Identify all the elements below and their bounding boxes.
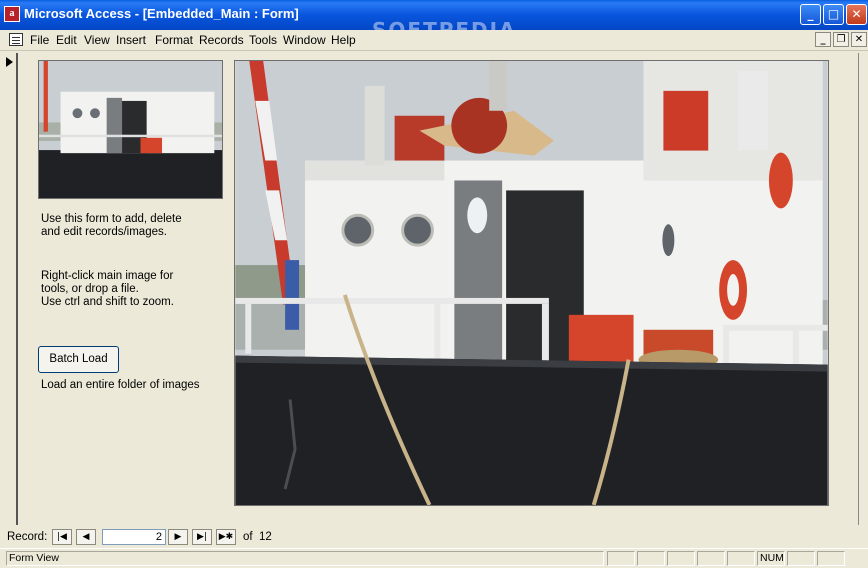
menu-file[interactable]: File xyxy=(30,33,49,47)
new-record-button[interactable]: ▶✱ xyxy=(216,529,236,545)
form-document-icon[interactable] xyxy=(9,33,23,46)
record-total: 12 xyxy=(259,531,272,543)
window-title: Microsoft Access - [Embedded_Main : Form… xyxy=(24,6,299,21)
current-record-field[interactable]: 2 xyxy=(102,529,166,545)
ship-photo-icon xyxy=(235,61,828,505)
menu-bar: File Edit View Insert Format Records Too… xyxy=(0,30,868,51)
access-app-icon[interactable]: a xyxy=(4,6,20,22)
status-panel-empty-7 xyxy=(817,551,845,566)
doc-minimize-button[interactable]: _ xyxy=(815,32,831,47)
menu-help[interactable]: Help xyxy=(331,33,356,47)
minimize-button[interactable]: _ xyxy=(800,4,821,25)
menu-insert[interactable]: Insert xyxy=(116,33,146,47)
close-button[interactable]: ✕ xyxy=(846,4,867,25)
status-panel-empty-6 xyxy=(787,551,815,566)
instructions-line-5: Use ctrl and shift to zoom. xyxy=(41,296,174,308)
last-record-button[interactable]: ▶| xyxy=(192,529,212,545)
menu-window[interactable]: Window xyxy=(283,33,326,47)
instructions-line-4: tools, or drop a file. xyxy=(41,283,139,295)
menu-view[interactable]: View xyxy=(84,33,110,47)
batch-load-button[interactable]: Batch Load xyxy=(38,346,119,373)
maximize-button[interactable]: □ xyxy=(823,4,844,25)
first-record-button[interactable]: |◀ xyxy=(52,529,72,545)
status-panel-empty-2 xyxy=(637,551,665,566)
next-record-button[interactable]: ▶ xyxy=(168,529,188,545)
record-navigation-bar: Record: |◀ ◀ 2 ▶ ▶| ▶✱ of 12 xyxy=(0,527,868,548)
menu-records[interactable]: Records xyxy=(199,33,244,47)
instructions-line-3: Right-click main image for xyxy=(41,270,174,282)
status-panel-empty-4 xyxy=(697,551,725,566)
app-icon-letter: a xyxy=(9,8,15,19)
batch-load-caption: Load an entire folder of images xyxy=(41,379,200,391)
record-label: Record: xyxy=(7,531,48,543)
instructions-line-1: Use this form to add, delete xyxy=(41,213,182,225)
previous-record-button[interactable]: ◀ xyxy=(76,529,96,545)
status-num-panel: NUM xyxy=(757,551,785,566)
thumbnail-image[interactable] xyxy=(38,60,223,199)
status-panel-empty-1 xyxy=(607,551,635,566)
instructions-line-2: and edit records/images. xyxy=(41,226,167,238)
menu-tools[interactable]: Tools xyxy=(249,33,277,47)
record-of-label: of xyxy=(243,531,253,543)
menu-edit[interactable]: Edit xyxy=(56,33,77,47)
title-bar[interactable]: a Microsoft Access - [Embedded_Main : Fo… xyxy=(0,0,868,42)
current-record-arrow-icon xyxy=(6,57,13,67)
status-bar: Form View NUM xyxy=(0,548,868,568)
main-image[interactable] xyxy=(234,60,829,506)
menu-format[interactable]: Format xyxy=(155,33,193,47)
ship-thumbnail-icon xyxy=(39,61,222,198)
status-panel-empty-3 xyxy=(667,551,695,566)
status-view-panel: Form View xyxy=(6,551,604,566)
record-selector[interactable] xyxy=(2,53,18,525)
doc-restore-button[interactable]: ❐ xyxy=(833,32,849,47)
form-right-border xyxy=(858,53,859,525)
doc-close-button[interactable]: ✕ xyxy=(851,32,867,47)
status-panel-empty-5 xyxy=(727,551,755,566)
